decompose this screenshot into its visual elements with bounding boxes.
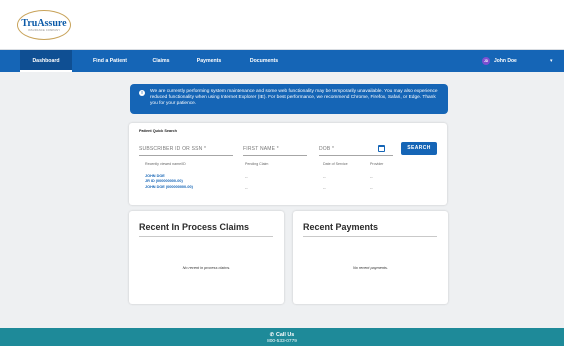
provider-cell: -- xyxy=(370,174,373,179)
recent-claims-empty: No recent in process claims. xyxy=(182,266,231,270)
date-of-service-cell: -- xyxy=(323,185,326,190)
recent-payments-empty: No recent payments. xyxy=(352,266,389,270)
patient-quick-search-card: Patient Quick Search SUBSCRIBER ID OR SS… xyxy=(129,123,447,205)
phone-icon: ✆ xyxy=(269,332,274,338)
logo-text: TruAssure xyxy=(21,17,67,29)
provider-cell: -- xyxy=(370,185,373,190)
search-button[interactable]: SEARCH xyxy=(401,142,437,155)
maintenance-notice: ! We are currently performing system mai… xyxy=(130,84,448,114)
dob-label: DOB * xyxy=(319,146,335,152)
divider xyxy=(303,236,437,237)
nav-dashboard[interactable]: Dashboard xyxy=(20,50,72,72)
divider xyxy=(139,236,273,237)
recent-patient-link[interactable]: JOHN DOE (000000000-00) xyxy=(145,185,193,190)
column-header-date-of-service: Date of Service xyxy=(323,162,348,166)
subscriber-id-field[interactable]: SUBSCRIBER ID OR SSN * xyxy=(139,144,233,156)
main-nav: Dashboard Find a Patient Claims Payments… xyxy=(0,50,564,72)
first-name-label: FIRST NAME * xyxy=(243,146,279,152)
call-us[interactable]: ✆ Call Us xyxy=(0,332,564,338)
quick-search-heading: Patient Quick Search xyxy=(139,129,177,133)
date-of-service-cell: -- xyxy=(323,174,326,179)
pending-claim-cell: -- xyxy=(245,185,248,190)
column-header-recent: Recently viewed name/ID xyxy=(145,162,186,166)
recent-payments-card: Recent Payments No recent payments. xyxy=(293,211,448,304)
recent-payments-title: Recent Payments xyxy=(303,222,379,232)
top-header: TruAssure INSURANCE COMPANY xyxy=(0,0,564,50)
chevron-down-icon[interactable]: ▾ xyxy=(550,58,553,64)
nav-claims[interactable]: Claims xyxy=(143,50,179,72)
logo-subtext: INSURANCE COMPANY xyxy=(27,28,61,32)
recent-claims-card: Recent In Process Claims No recent in pr… xyxy=(129,211,284,304)
nav-find-a-patient[interactable]: Find a Patient xyxy=(84,50,136,72)
footer: ✆ Call Us 800-533-0779 xyxy=(0,328,564,346)
avatar: JD xyxy=(482,57,490,65)
column-header-provider: Provider xyxy=(370,162,384,166)
nav-documents[interactable]: Documents xyxy=(240,50,288,72)
info-icon: ! xyxy=(139,90,145,96)
call-us-label: Call Us xyxy=(275,332,295,338)
subscriber-id-label: SUBSCRIBER ID OR SSN * xyxy=(139,146,207,152)
recent-claims-title: Recent In Process Claims xyxy=(139,222,250,232)
recent-patient-id[interactable]: JR ID (000000000-00) xyxy=(145,179,183,184)
user-name: John Doe xyxy=(494,58,517,64)
column-header-pending-claim: Pending Claim xyxy=(245,162,269,166)
pending-claim-cell: -- xyxy=(245,174,248,179)
truassure-logo[interactable]: TruAssure INSURANCE COMPANY xyxy=(17,10,71,40)
nav-payments[interactable]: Payments xyxy=(188,50,230,72)
first-name-field[interactable]: FIRST NAME * xyxy=(243,144,307,156)
notice-text: We are currently performing system maint… xyxy=(150,89,438,106)
user-menu[interactable]: JD John Doe xyxy=(482,56,517,66)
phone-number[interactable]: 800-533-0779 xyxy=(0,339,564,345)
calendar-icon[interactable] xyxy=(378,145,385,152)
